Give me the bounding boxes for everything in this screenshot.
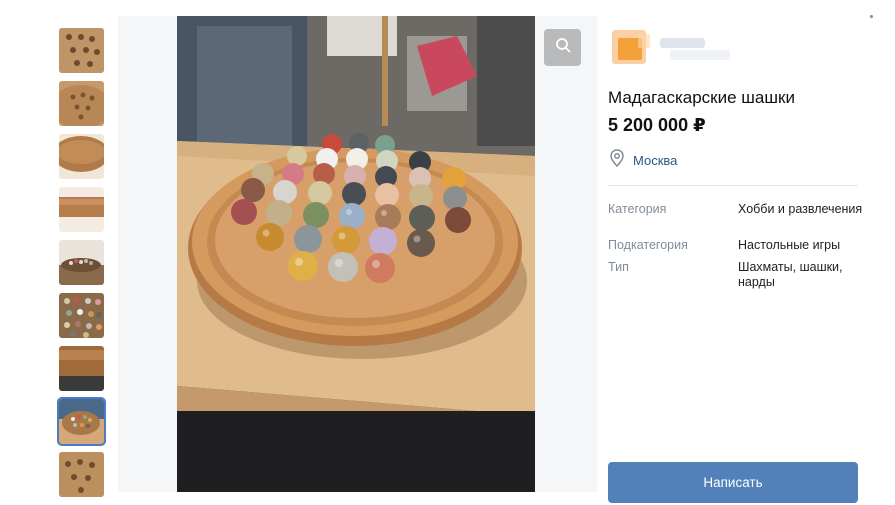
seller-avatar[interactable]	[608, 26, 656, 72]
thumbnail-6[interactable]	[59, 293, 104, 338]
property-label-type: Тип	[608, 260, 629, 274]
more-dot	[870, 15, 873, 18]
thumbnail-strip	[57, 28, 106, 505]
divider	[608, 185, 858, 186]
location-text: Москва	[633, 153, 678, 168]
property-label-category: Категория	[608, 202, 667, 216]
location[interactable]: Москва	[610, 149, 677, 172]
seller-name[interactable]	[660, 38, 730, 62]
thumbnail-8[interactable]	[57, 397, 106, 446]
listing-price: 5 200 000 ₽	[608, 115, 706, 135]
main-photo[interactable]	[177, 16, 535, 492]
thumbnail-7[interactable]	[59, 346, 104, 391]
property-value-type[interactable]: Шахматы, шашки, нарды	[738, 260, 863, 290]
listing-title: Мадагаскарские шашки	[608, 88, 795, 107]
zoom-button[interactable]	[544, 29, 581, 66]
listing-page: Мадагаскарские шашки 5 200 000 ₽ Москва …	[0, 0, 895, 505]
thumbnail-9[interactable]	[59, 452, 104, 497]
thumbnail-1[interactable]	[59, 28, 104, 73]
property-label-subcategory: Подкатегория	[608, 238, 688, 252]
thumbnail-4[interactable]	[59, 187, 104, 232]
property-value-subcategory[interactable]: Настольные игры	[738, 238, 863, 253]
thumbnail-2[interactable]	[59, 81, 104, 126]
property-value-category[interactable]: Хобби и развлечения	[738, 202, 863, 217]
write-button[interactable]: Написать	[608, 462, 858, 503]
search-icon	[555, 37, 571, 58]
location-pin-icon	[610, 149, 624, 172]
thumbnail-5[interactable]	[59, 240, 104, 285]
thumbnail-3[interactable]	[59, 134, 104, 179]
